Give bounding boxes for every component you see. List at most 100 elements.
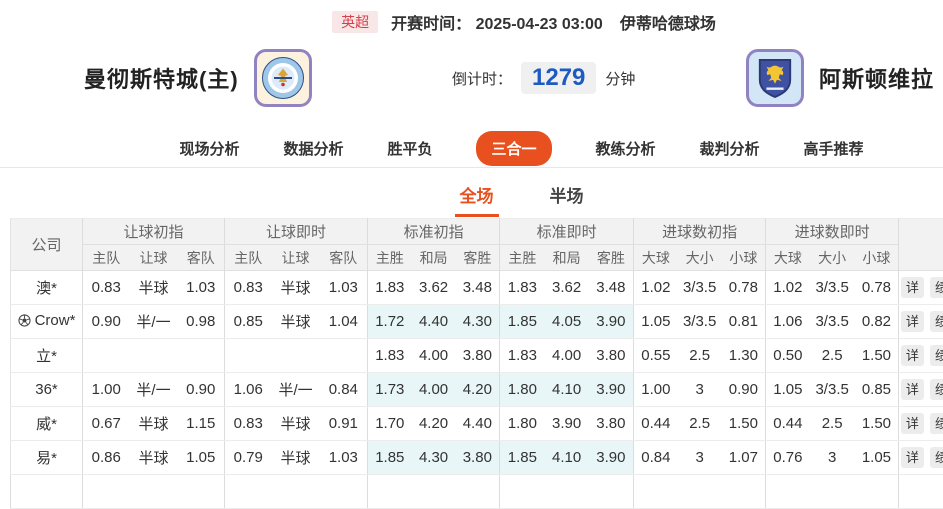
company-name-0[interactable]: 澳*	[11, 271, 83, 305]
odds-cell-0-1-2: 1.03	[320, 271, 368, 305]
odds-cell-0-1-0: 0.83	[225, 271, 272, 305]
subtab-0[interactable]: 全场	[455, 182, 499, 217]
detail-button-2[interactable]: 详	[901, 345, 924, 367]
sub-header-0-1: 让球	[130, 245, 178, 271]
countdown-value: 1279	[521, 62, 596, 94]
detail-button-0[interactable]: 详	[901, 277, 924, 299]
company-name-1[interactable]: Crow*	[11, 305, 83, 339]
sub-header-4-2: 小球	[722, 245, 766, 271]
odds-cell-1-5-0: 1.06	[766, 305, 810, 339]
group-header-5: 进球数即时	[766, 219, 899, 245]
detail-button-4[interactable]: 详	[901, 413, 924, 435]
detail-button-1[interactable]: 详	[901, 311, 924, 333]
odds-cell-4-1-2: 0.91	[320, 407, 368, 441]
odds-cell-5-5-2: 1.05	[855, 441, 899, 475]
nav-tab-4[interactable]: 教练分析	[596, 138, 656, 159]
record-button-3[interactable]: 绩	[930, 379, 943, 401]
odds-cell-5-2-1: 4.30	[412, 441, 456, 475]
away-team: 阿斯顿维拉	[746, 48, 934, 108]
company-name-5[interactable]: 易*	[11, 441, 83, 475]
odds-row-0: 澳*0.83半球1.030.83半球1.031.833.623.481.833.…	[11, 271, 943, 305]
odds-cell-1-1-0: 0.85	[225, 305, 272, 339]
odds-cell-2-1-2	[320, 339, 368, 373]
odds-cell-1-1-1: 半球	[272, 305, 320, 339]
odds-cell-1-3-1: 4.05	[545, 305, 589, 339]
odds-cell-1-2-1: 4.40	[412, 305, 456, 339]
company-column-header: 公司	[11, 219, 83, 271]
odds-cell-2-4-1: 2.5	[678, 339, 722, 373]
detail-button-5[interactable]: 详	[901, 447, 924, 469]
sub-header-5-2: 小球	[855, 245, 899, 271]
odds-cell-0-0-1: 半球	[130, 271, 178, 305]
sub-header-0-0: 主队	[83, 245, 130, 271]
away-team-logo	[746, 49, 804, 107]
odds-cell-5-5-0: 0.76	[766, 441, 810, 475]
odds-row-1: Crow*0.90半/一0.980.85半球1.041.724.404.301.…	[11, 305, 943, 339]
nav-tab-6[interactable]: 高手推荐	[804, 138, 864, 159]
odds-cell-5-1-1: 半球	[272, 441, 320, 475]
record-button-5[interactable]: 绩	[930, 447, 943, 469]
nav-tab-1[interactable]: 数据分析	[283, 138, 343, 159]
company-name-2[interactable]: 立*	[11, 339, 83, 373]
odds-cell-4-2-0: 1.70	[368, 407, 412, 441]
odds-cell-2-2-0: 1.83	[368, 339, 412, 373]
league-badge[interactable]: 英超	[332, 11, 378, 33]
odds-cell-5-3-2: 3.90	[589, 441, 634, 475]
odds-cell-1-5-2: 0.82	[855, 305, 899, 339]
company-name-3[interactable]: 36*	[11, 373, 83, 407]
detail-cell-4: 详绩	[899, 407, 943, 441]
record-button-1[interactable]: 绩	[930, 311, 943, 333]
odds-cell-3-3-1: 4.10	[545, 373, 589, 407]
odds-cell-5-3-0: 1.85	[500, 441, 545, 475]
odds-cell-3-2-0: 1.73	[368, 373, 412, 407]
odds-cell-3-2-1: 4.00	[412, 373, 456, 407]
odds-cell-5-4-0: 0.84	[634, 441, 678, 475]
odds-cell-5-0-0: 0.86	[83, 441, 130, 475]
detail-cell-1: 详绩	[899, 305, 943, 339]
odds-cell-3-5-0: 1.05	[766, 373, 810, 407]
sub-header-2-2: 客胜	[456, 245, 500, 271]
record-button-2[interactable]: 绩	[930, 345, 943, 367]
odds-cell-5-5-1: 3	[810, 441, 855, 475]
detail-column-header	[899, 219, 943, 271]
odds-cell-5-4-1: 3	[678, 441, 722, 475]
nav-tab-2[interactable]: 胜平负	[387, 138, 432, 159]
detail-cell-3: 详绩	[899, 373, 943, 407]
odds-cell-3-5-1: 3/3.5	[810, 373, 855, 407]
odds-cell-1-3-0: 1.85	[500, 305, 545, 339]
odds-cell-0-5-1: 3/3.5	[810, 271, 855, 305]
odds-cell-4-0-0: 0.67	[83, 407, 130, 441]
odds-cell-3-1-0: 1.06	[225, 373, 272, 407]
odds-cell-1-2-0: 1.72	[368, 305, 412, 339]
detail-button-3[interactable]: 详	[901, 379, 924, 401]
odds-cell-3-2-2: 4.20	[456, 373, 500, 407]
sub-header-3-1: 和局	[545, 245, 589, 271]
countdown-label: 倒计时：	[452, 68, 512, 89]
subtab-1[interactable]: 半场	[545, 182, 589, 217]
odds-cell-5-2-0: 1.85	[368, 441, 412, 475]
odds-cell-3-3-2: 3.90	[589, 373, 634, 407]
odds-cell-3-3-0: 1.80	[500, 373, 545, 407]
company-name-4[interactable]: 威*	[11, 407, 83, 441]
record-button-0[interactable]: 绩	[930, 277, 943, 299]
group-header-2: 标准初指	[368, 219, 500, 245]
odds-cell-0-4-2: 0.78	[722, 271, 766, 305]
sub-header-1-0: 主队	[225, 245, 272, 271]
nav-tab-0[interactable]: 现场分析	[179, 138, 239, 159]
sub-header-4-1: 大小	[678, 245, 722, 271]
period-subtabs: 全场 半场	[60, 182, 943, 217]
odds-cell-1-0-1: 半/一	[130, 305, 178, 339]
odds-cell-1-1-2: 1.04	[320, 305, 368, 339]
sub-header-2-0: 主胜	[368, 245, 412, 271]
odds-row-2: 立*1.834.003.801.834.003.800.552.51.300.5…	[11, 339, 943, 373]
odds-cell-2-5-2: 1.50	[855, 339, 899, 373]
odds-cell-2-0-1	[130, 339, 178, 373]
nav-tab-5[interactable]: 裁判分析	[700, 138, 760, 159]
nav-tab-3[interactable]: 三合一	[476, 131, 551, 166]
home-team-logo	[254, 49, 312, 107]
countdown-unit: 分钟	[605, 68, 635, 89]
odds-cell-3-4-0: 1.00	[634, 373, 678, 407]
record-button-4[interactable]: 绩	[930, 413, 943, 435]
odds-cell-5-2-2: 3.80	[456, 441, 500, 475]
odds-tbody: 澳*0.83半球1.030.83半球1.031.833.623.481.833.…	[11, 271, 943, 509]
